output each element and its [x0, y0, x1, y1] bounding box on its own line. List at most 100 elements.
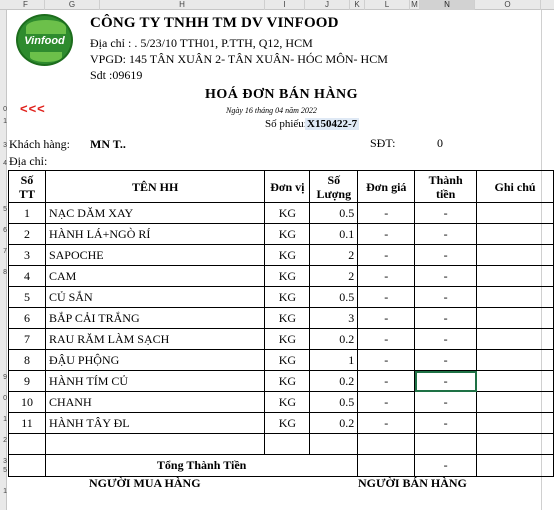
cell-empty[interactable]: [8, 433, 46, 455]
column-header-l[interactable]: L: [365, 0, 410, 10]
cell-note[interactable]: [476, 223, 554, 245]
cell-price[interactable]: -: [357, 286, 416, 308]
cell-price[interactable]: -: [357, 412, 416, 434]
cell-name[interactable]: HÀNH TÂY ĐL: [44, 412, 266, 434]
cell-amount[interactable]: -: [414, 307, 478, 329]
cell-unit[interactable]: KG: [264, 391, 311, 413]
row-number[interactable]: 3: [0, 142, 7, 149]
cell-note[interactable]: [476, 265, 554, 287]
cell-stt[interactable]: 7: [8, 328, 46, 350]
back-link[interactable]: <<<: [20, 101, 46, 116]
cell-amount[interactable]: -: [414, 349, 478, 371]
row-number[interactable]: 5: [0, 467, 7, 474]
table-row[interactable]: 10 CHANH KG 0.5 - -: [8, 391, 554, 413]
cell-note[interactable]: [476, 328, 554, 350]
cell-name[interactable]: RAU RĂM LÀM SẠCH: [44, 328, 266, 350]
cell-stt[interactable]: 6: [8, 307, 46, 329]
cell-price[interactable]: -: [357, 307, 416, 329]
cell-amount[interactable]: -: [414, 286, 478, 308]
cell-price[interactable]: -: [357, 328, 416, 350]
cell-qty[interactable]: 0.5: [309, 286, 359, 308]
row-number[interactable]: 5: [0, 206, 7, 213]
table-row[interactable]: 6 BẮP CẢI TRẮNG KG 3 - -: [8, 307, 554, 329]
cell-empty[interactable]: [44, 433, 266, 455]
cell-empty[interactable]: [414, 433, 478, 455]
total-value[interactable]: -: [414, 454, 478, 477]
customer-phone[interactable]: 0: [437, 136, 443, 151]
cell-unit[interactable]: KG: [264, 265, 311, 287]
invoice-number[interactable]: X150422-7: [305, 118, 360, 130]
row-number[interactable]: 8: [0, 269, 7, 276]
cell-qty[interactable]: 0.2: [309, 370, 359, 392]
cell-amount[interactable]: -: [414, 202, 478, 224]
row-number[interactable]: 9: [0, 374, 7, 381]
table-row[interactable]: 8 ĐẬU PHỘNG KG 1 - -: [8, 349, 554, 371]
cell-stt[interactable]: 3: [8, 244, 46, 266]
cell-empty[interactable]: [357, 433, 416, 455]
row-number[interactable]: 4: [0, 160, 7, 167]
column-header-f[interactable]: F: [7, 0, 45, 10]
cell-price[interactable]: -: [357, 391, 416, 413]
table-row[interactable]: 5 CỦ SẮN KG 0.5 - -: [8, 286, 554, 308]
row-number[interactable]: 1: [0, 416, 7, 423]
cell-qty[interactable]: 0.2: [309, 412, 359, 434]
column-header-k[interactable]: K: [350, 0, 365, 10]
table-row[interactable]: 7 RAU RĂM LÀM SẠCH KG 0.2 - -: [8, 328, 554, 350]
column-header-m[interactable]: M: [410, 0, 420, 10]
cell-stt[interactable]: 11: [8, 412, 46, 434]
row-number[interactable]: 0: [0, 106, 7, 113]
cell-amount[interactable]: -: [414, 265, 478, 287]
table-row[interactable]: 2 HÀNH LÁ+NGÒ RÍ KG 0.1 - -: [8, 223, 554, 245]
row-number[interactable]: 0: [0, 395, 7, 402]
cell-empty[interactable]: [476, 454, 554, 477]
row-number[interactable]: 1: [0, 118, 7, 125]
table-row[interactable]: 11 HÀNH TÂY ĐL KG 0.2 - -: [8, 412, 554, 434]
column-header-h[interactable]: H: [100, 0, 265, 10]
cell-amount[interactable]: -: [414, 244, 478, 266]
cell-price[interactable]: -: [357, 265, 416, 287]
table-row[interactable]: 4 CAM KG 2 - -: [8, 265, 554, 287]
cell-empty[interactable]: [264, 433, 311, 455]
cell-stt[interactable]: 4: [8, 265, 46, 287]
table-row[interactable]: 1 NẠC DĂM XAY KG 0.5 - -: [8, 202, 554, 224]
cell-note[interactable]: [476, 286, 554, 308]
cell-name[interactable]: CHANH: [44, 391, 266, 413]
cell-note[interactable]: [476, 349, 554, 371]
column-header-o[interactable]: O: [475, 0, 541, 10]
cell-qty[interactable]: 3: [309, 307, 359, 329]
cell-qty[interactable]: 2: [309, 265, 359, 287]
cell-unit[interactable]: KG: [264, 349, 311, 371]
column-header-j[interactable]: J: [305, 0, 350, 10]
cell-name[interactable]: BẮP CẢI TRẮNG: [44, 307, 266, 329]
row-number[interactable]: 7: [0, 248, 7, 255]
cell-qty[interactable]: 0.1: [309, 223, 359, 245]
cell-name[interactable]: CAM: [44, 265, 266, 287]
table-row[interactable]: 9 HÀNH TÍM CỦ KG 0.2 - -: [8, 370, 554, 392]
cell-empty[interactable]: [309, 433, 359, 455]
cell-stt[interactable]: 5: [8, 286, 46, 308]
cell-unit[interactable]: KG: [264, 328, 311, 350]
row-number[interactable]: 6: [0, 227, 7, 234]
cell-name[interactable]: CỦ SẮN: [44, 286, 266, 308]
cell-price[interactable]: -: [357, 202, 416, 224]
cell-qty[interactable]: 2: [309, 244, 359, 266]
cell-note[interactable]: [476, 307, 554, 329]
cell-name[interactable]: HÀNH TÍM CỦ: [44, 370, 266, 392]
cell-qty[interactable]: 0.5: [309, 391, 359, 413]
cell-qty[interactable]: 1: [309, 349, 359, 371]
cell-unit[interactable]: KG: [264, 244, 311, 266]
cell-unit[interactable]: KG: [264, 202, 311, 224]
cell-unit[interactable]: KG: [264, 412, 311, 434]
cell-name[interactable]: SAPOCHE: [44, 244, 266, 266]
cell-unit[interactable]: KG: [264, 370, 311, 392]
cell-qty[interactable]: 0.2: [309, 328, 359, 350]
cell-empty[interactable]: [476, 433, 554, 455]
cell-name[interactable]: NẠC DĂM XAY: [44, 202, 266, 224]
cell-unit[interactable]: KG: [264, 286, 311, 308]
cell-price[interactable]: -: [357, 370, 416, 392]
total-row[interactable]: Tổng Thành Tiền -: [8, 454, 554, 477]
cell-price[interactable]: -: [357, 223, 416, 245]
cell-stt[interactable]: 10: [8, 391, 46, 413]
cell-note[interactable]: [476, 202, 554, 224]
cell-price[interactable]: -: [357, 244, 416, 266]
